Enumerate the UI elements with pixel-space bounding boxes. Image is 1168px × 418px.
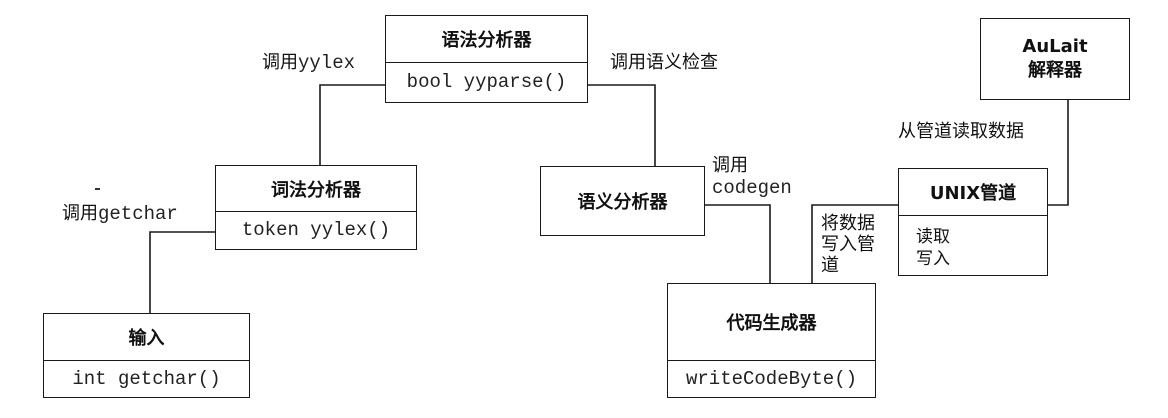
codegen-method: writeCodeByte() bbox=[685, 367, 858, 390]
pipe-op-write: 写入 bbox=[916, 249, 950, 269]
semantic-title: 语义分析器 bbox=[577, 192, 668, 213]
edge-semantic-codegen bbox=[705, 204, 771, 283]
edge-pipe-aulait bbox=[1048, 100, 1069, 206]
label-read-from-pipe: 从管道读取数据 bbox=[898, 121, 1024, 142]
label-call-codegen: 调用 codegen bbox=[712, 155, 792, 199]
label-call-codegen-line1: 调用 bbox=[712, 155, 748, 176]
edge-parser-lexer bbox=[319, 84, 385, 165]
pipe-title: UNIX管道 bbox=[899, 169, 1047, 216]
aulait-title-line2: 解释器 bbox=[1028, 60, 1082, 81]
label-call-getchar: 调用getchar bbox=[62, 203, 178, 225]
pipe-box: UNIX管道 读取 写入 bbox=[898, 168, 1048, 276]
stray-mark bbox=[95, 188, 100, 190]
label-call-getchar-code: getchar bbox=[98, 203, 178, 225]
codegen-box: 代码生成器 writeCodeByte() bbox=[667, 283, 876, 398]
pipe-op-read: 读取 bbox=[916, 227, 950, 247]
edge-lexer-input bbox=[149, 231, 215, 313]
aulait-title-line1: AuLait bbox=[1022, 36, 1088, 57]
label-write-to-pipe-line2: 写入管 bbox=[821, 234, 875, 255]
parser-title: 语法分析器 bbox=[386, 16, 587, 63]
aulait-box: AuLait 解释器 bbox=[980, 18, 1130, 100]
input-box: 输入 int getchar() bbox=[43, 313, 250, 398]
codegen-title: 代码生成器 bbox=[668, 284, 875, 361]
label-write-to-pipe-line3: 道 bbox=[821, 255, 839, 276]
parser-box: 语法分析器 bool yyparse() bbox=[385, 15, 588, 103]
edge-parser-semantic bbox=[588, 84, 656, 166]
label-call-yylex-prefix: 调用 bbox=[262, 52, 298, 73]
label-call-yylex: 调用yylex bbox=[262, 52, 355, 74]
lexer-box: 词法分析器 token yylex() bbox=[215, 165, 417, 250]
input-method: int getchar() bbox=[72, 367, 221, 390]
label-call-semantic-check: 调用语义检查 bbox=[610, 52, 718, 73]
aulait-title: AuLait 解释器 bbox=[981, 19, 1129, 99]
label-write-to-pipe-line1: 将数据 bbox=[821, 213, 875, 234]
lexer-method: token yylex() bbox=[241, 219, 391, 241]
lexer-title: 词法分析器 bbox=[216, 166, 416, 212]
label-write-to-pipe: 将数据 写入管 道 bbox=[821, 213, 875, 276]
label-call-yylex-code: yylex bbox=[298, 52, 356, 74]
label-call-getchar-prefix: 调用 bbox=[62, 203, 98, 224]
pipe-operations: 读取 写入 bbox=[899, 216, 1047, 270]
label-call-codegen-line2: codegen bbox=[712, 177, 792, 199]
parser-method: bool yyparse() bbox=[406, 71, 567, 93]
input-title: 输入 bbox=[44, 314, 249, 361]
semantic-box: 语义分析器 bbox=[540, 166, 705, 236]
